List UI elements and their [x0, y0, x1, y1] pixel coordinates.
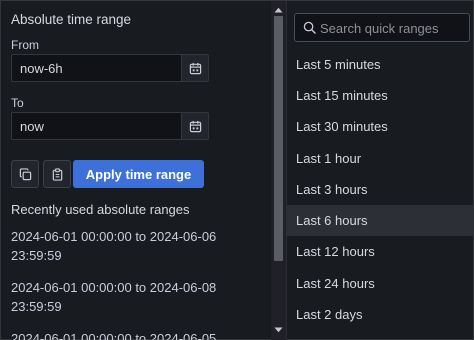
apply-time-range-button[interactable]: Apply time range [73, 160, 204, 188]
quick-range-item-selected[interactable]: Last 6 hours [287, 205, 474, 236]
to-value[interactable]: now [20, 119, 44, 134]
recent-range-line: 23:59:59 [11, 299, 62, 314]
quick-range-item[interactable]: Last 12 hours [287, 236, 474, 267]
copy-range-button[interactable] [11, 160, 39, 188]
quick-range-item[interactable]: Last 2 days [287, 299, 474, 330]
quick-range-item[interactable]: Last 30 minutes [287, 111, 474, 142]
recent-range-line: 2024-06-01 00:00:00 to 2024-06-05 [11, 331, 217, 340]
recent-range-line: 2024-06-01 00:00:00 to 2024-06-08 [11, 280, 217, 295]
paste-range-button[interactable] [43, 160, 71, 188]
to-field[interactable]: now [11, 112, 209, 140]
search-placeholder: Search quick ranges [320, 21, 439, 36]
scroll-up-arrow-icon[interactable] [273, 5, 284, 15]
from-calendar-button[interactable] [181, 55, 208, 81]
calendar-icon [189, 120, 201, 132]
to-calendar-button[interactable] [181, 113, 208, 139]
from-value[interactable]: now-6h [20, 61, 63, 76]
time-range-picker: Absolute time range From now-6h To now A… [0, 0, 474, 340]
scrollbar-thumb[interactable] [274, 16, 283, 261]
to-label: To [11, 96, 24, 110]
recent-range-item[interactable]: 2024-06-01 00:00:00 to 2024-06-08 23:59:… [11, 278, 261, 316]
absolute-range-panel: Absolute time range From now-6h To now A… [1, 1, 271, 340]
quick-range-item[interactable]: Last 3 hours [287, 174, 474, 205]
quick-range-item[interactable]: Last 1 hour [287, 143, 474, 174]
search-icon [303, 21, 316, 34]
scroll-down-arrow-icon[interactable] [273, 325, 284, 335]
recent-range-line: 2024-06-01 00:00:00 to 2024-06-06 [11, 229, 217, 244]
clipboard-icon [52, 167, 62, 181]
calendar-icon [189, 62, 201, 74]
recent-range-line: 23:59:59 [11, 248, 62, 263]
recent-ranges-title: Recently used absolute ranges [11, 202, 190, 217]
quick-range-item[interactable]: Last 15 minutes [287, 80, 474, 111]
quick-ranges-panel: Search quick ranges Last 5 minutes Last … [286, 1, 474, 340]
copy-icon [19, 167, 31, 180]
from-field[interactable]: now-6h [11, 54, 209, 82]
left-panel-scrollbar[interactable] [271, 1, 286, 340]
from-label: From [11, 38, 39, 52]
recent-range-item[interactable]: 2024-06-01 00:00:00 to 2024-06-05 [11, 329, 261, 340]
quick-range-item[interactable]: Last 5 minutes [287, 49, 474, 80]
quick-ranges-search-input[interactable]: Search quick ranges [294, 13, 470, 42]
absolute-range-title: Absolute time range [11, 12, 132, 27]
recent-range-item[interactable]: 2024-06-01 00:00:00 to 2024-06-06 23:59:… [11, 227, 261, 265]
quick-range-item[interactable]: Last 24 hours [287, 268, 474, 299]
